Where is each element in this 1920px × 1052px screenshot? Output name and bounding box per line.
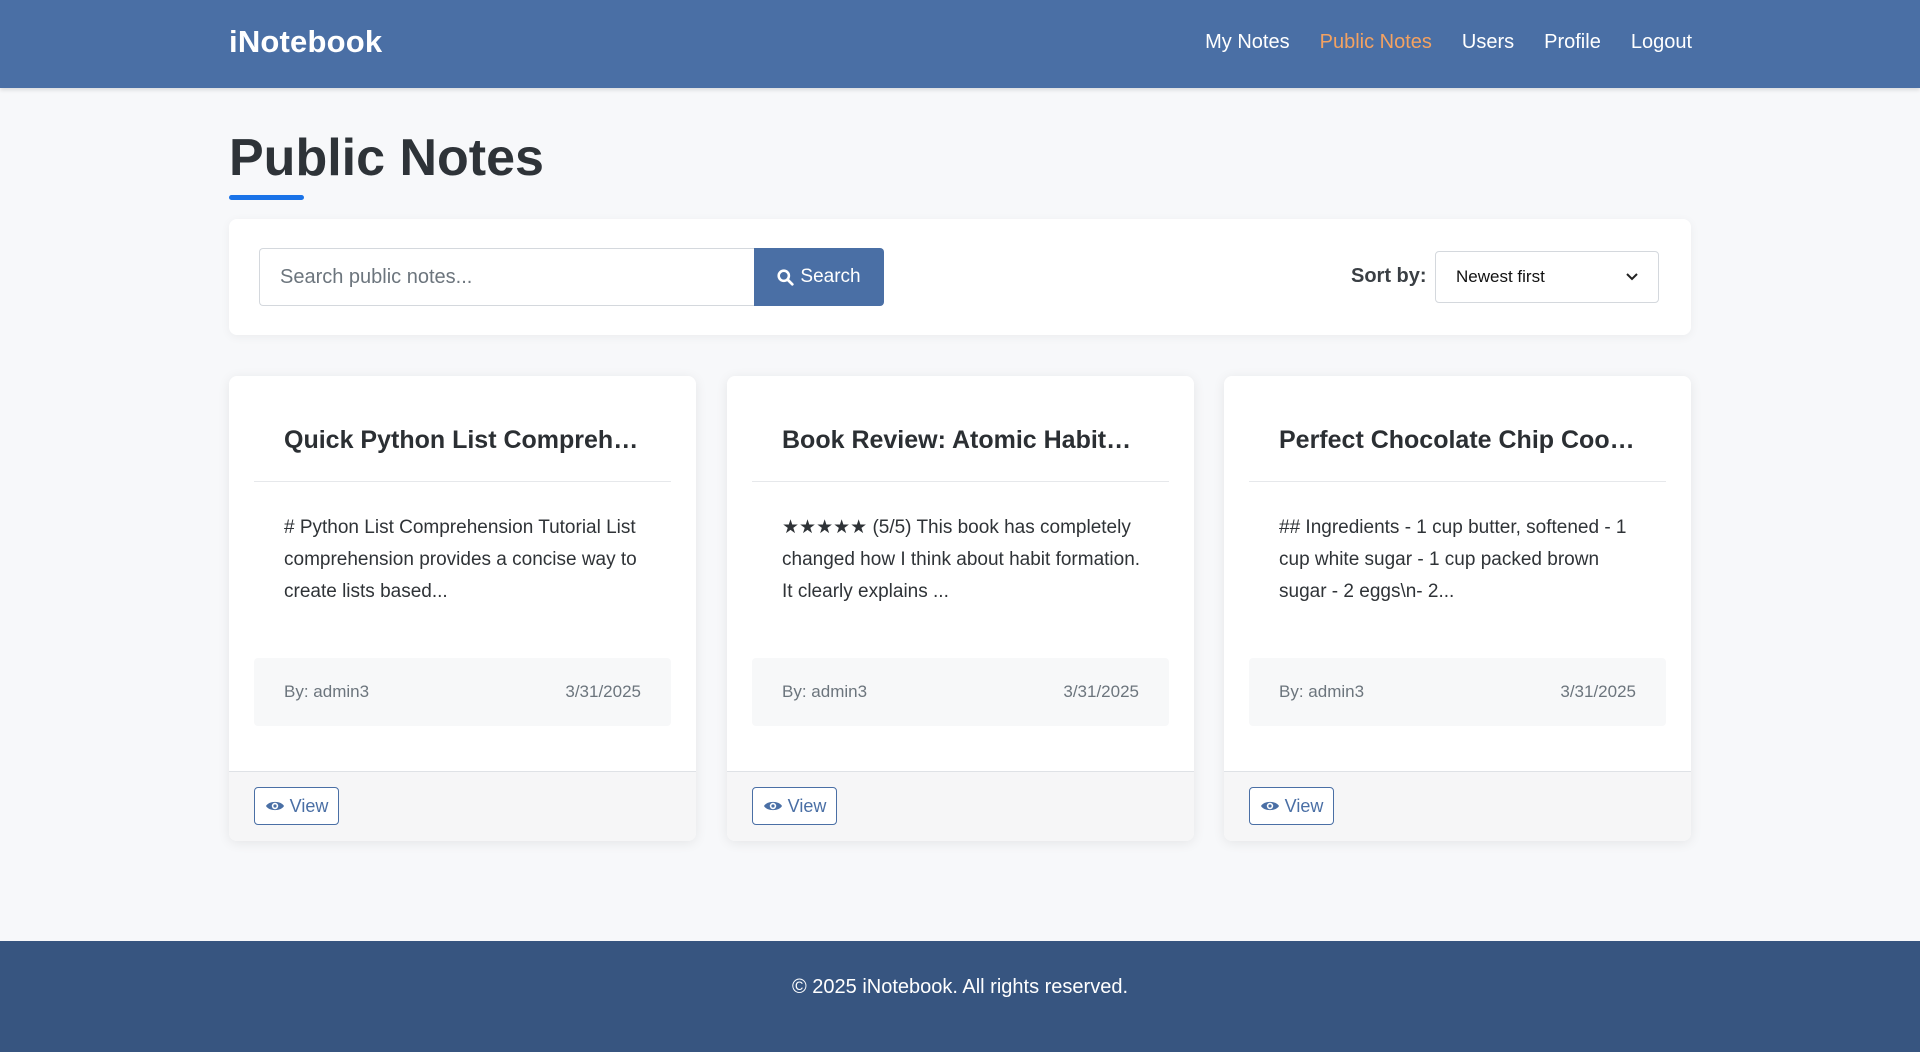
- card-divider: [254, 481, 671, 482]
- sort-label: Sort by:: [1351, 265, 1427, 287]
- note-excerpt: ## Ingredients - 1 cup butter, softened …: [1279, 517, 1627, 602]
- note-excerpt: # Python List Comprehension Tutorial Lis…: [284, 517, 637, 602]
- note-card: Perfect Chocolate Chip Cookies ## Ingred…: [1224, 376, 1691, 841]
- sort-selected-value: Newest first: [1456, 267, 1545, 286]
- eye-icon: [1260, 801, 1279, 811]
- view-button-label: View: [787, 795, 827, 816]
- nav-public-notes[interactable]: Public Notes: [1320, 31, 1432, 54]
- view-button-label: View: [1284, 795, 1324, 816]
- view-button-label: View: [289, 795, 329, 816]
- nav-profile[interactable]: Profile: [1544, 31, 1601, 54]
- note-meta: By: admin3 3/31/2025: [254, 658, 671, 726]
- eye-icon: [763, 801, 782, 811]
- nav-links: My Notes Public Notes Users Profile Logo…: [1205, 31, 1692, 54]
- nav-my-notes[interactable]: My Notes: [1205, 31, 1289, 54]
- search-button-label: Search: [800, 266, 861, 287]
- top-navbar: iNotebook My Notes Public Notes Users Pr…: [0, 0, 1920, 88]
- note-meta: By: admin3 3/31/2025: [752, 658, 1169, 726]
- chevron-down-icon: [1626, 273, 1638, 281]
- card-divider: [1249, 481, 1666, 482]
- note-title: Quick Python List Comprehen...: [284, 426, 644, 454]
- card-footer: View: [229, 771, 696, 841]
- note-author: By: admin3: [1279, 682, 1365, 701]
- view-button[interactable]: View: [1249, 787, 1334, 825]
- note-author: By: admin3: [782, 682, 868, 701]
- search-icon: [777, 268, 795, 286]
- copyright-text: © 2025 iNotebook. All rights reserved.: [791, 976, 1129, 998]
- note-card: Book Review: Atomic Habits b... ★★★★★ (5…: [727, 376, 1194, 841]
- view-button[interactable]: View: [254, 787, 339, 825]
- note-title: Perfect Chocolate Chip Cookies: [1279, 426, 1639, 454]
- brand-logo[interactable]: iNotebook: [229, 24, 382, 60]
- nav-logout[interactable]: Logout: [1631, 31, 1692, 54]
- view-button[interactable]: View: [752, 787, 837, 825]
- page-footer: © 2025 iNotebook. All rights reserved.: [0, 941, 1920, 1052]
- note-title: Book Review: Atomic Habits b...: [782, 426, 1142, 454]
- card-footer: View: [1224, 771, 1691, 841]
- nav-users[interactable]: Users: [1462, 31, 1514, 54]
- note-card: Quick Python List Comprehen... # Python …: [229, 376, 696, 841]
- search-input[interactable]: [259, 248, 754, 306]
- note-meta: By: admin3 3/31/2025: [1249, 658, 1666, 726]
- eye-icon: [265, 801, 284, 811]
- card-divider: [752, 481, 1169, 482]
- page-title: Public Notes: [229, 129, 544, 187]
- note-excerpt: ★★★★★ (5/5) This book has completely cha…: [782, 517, 1141, 602]
- title-underline: [229, 195, 304, 200]
- note-author: By: admin3: [284, 682, 370, 701]
- note-date: 3/31/2025: [1063, 682, 1139, 701]
- card-footer: View: [727, 771, 1194, 841]
- search-button[interactable]: Search: [754, 248, 884, 306]
- sort-select[interactable]: Newest first: [1435, 251, 1659, 303]
- search-panel: Search Sort by: Newest first: [229, 219, 1691, 335]
- note-date: 3/31/2025: [1560, 682, 1636, 701]
- note-date: 3/31/2025: [565, 682, 641, 701]
